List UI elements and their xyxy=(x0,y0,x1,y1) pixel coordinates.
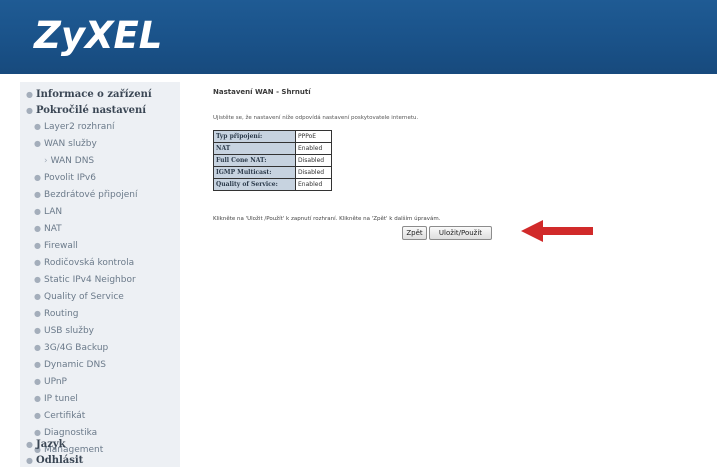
sidebar-item-label: LAN xyxy=(43,207,63,217)
sidebar-item-label: 3G/4G Backup xyxy=(43,343,109,353)
sidebar-item-3g4g-backup[interactable]: ● 3G/4G Backup xyxy=(34,340,108,356)
summary-label: Full Cone NAT: xyxy=(213,154,296,167)
summary-value: PPPoE xyxy=(295,130,332,143)
bullet-icon: ● xyxy=(34,224,41,233)
sidebar-item-label: Firewall xyxy=(43,241,78,251)
sidebar-item-informace[interactable]: ● Informace o zařízení xyxy=(26,86,152,102)
page-note: Ujistěte se, že nastavení níže odpovídá … xyxy=(213,115,419,121)
sidebar-item-label: Pokročilé nastavení xyxy=(35,105,147,116)
bullet-icon: ● xyxy=(34,139,41,148)
zyxel-logo: ZyXEL xyxy=(34,14,163,57)
main-content: Nastavení WAN - Shrnutí Ujistěte se, že … xyxy=(181,74,717,467)
sidebar-item-wan-dns[interactable]: › WAN DNS xyxy=(44,153,94,169)
bullet-icon: ● xyxy=(34,190,41,199)
left-arrow-icon xyxy=(521,220,593,242)
header-bar: ZyXEL xyxy=(0,0,717,74)
sidebar-item-label: Bezdrátové připojení xyxy=(43,190,138,200)
sidebar-item-odhlasit[interactable]: ● Odhlásit xyxy=(26,452,83,467)
sidebar-item-label: Povolit IPv6 xyxy=(43,173,96,183)
summary-label: Quality of Service: xyxy=(213,178,296,191)
sidebar-item-routing[interactable]: ● Routing xyxy=(34,306,79,322)
summary-label: NAT xyxy=(213,142,296,155)
bullet-icon: ● xyxy=(34,360,41,369)
sidebar-item-firewall[interactable]: ● Firewall xyxy=(34,238,78,254)
sidebar-item-wan-sluzby[interactable]: ● WAN služby xyxy=(34,136,97,152)
bullet-icon: ● xyxy=(26,455,33,465)
bullet-icon: ● xyxy=(34,326,41,335)
bullet-icon: ● xyxy=(34,173,41,182)
sidebar-item-povolit-ipv6[interactable]: ● Povolit IPv6 xyxy=(34,170,96,186)
sidebar-item-label: Informace o zařízení xyxy=(35,89,152,100)
sidebar-item-label: Static IPv4 Neighbor xyxy=(43,275,136,285)
summary-label: Typ připojení: xyxy=(213,130,296,143)
sidebar-item-pokrocile-nastaveni[interactable]: ● Pokročilé nastavení xyxy=(26,102,146,118)
bullet-icon: ● xyxy=(26,89,33,99)
table-row: NAT Enabled xyxy=(213,142,332,155)
bullet-icon: ● xyxy=(34,394,41,403)
sidebar-item-dynamic-dns[interactable]: ● Dynamic DNS xyxy=(34,357,106,373)
instruction-text: Klikněte na 'Uložit /Použít' k zapnutí r… xyxy=(213,216,441,222)
sidebar-item-label: WAN DNS xyxy=(50,156,95,166)
sidebar-item-nat[interactable]: ● NAT xyxy=(34,221,62,237)
sidebar-item-rodicovska-kontrola[interactable]: ● Rodičovská kontrola xyxy=(34,255,134,271)
sidebar-item-label: Certifikát xyxy=(43,411,86,421)
table-row: Full Cone NAT: Disabled xyxy=(213,154,332,167)
table-row: Quality of Service: Enabled xyxy=(213,178,332,191)
summary-label: IGMP Multicast: xyxy=(213,166,296,179)
save-apply-button[interactable]: Uložit/Použít xyxy=(429,226,492,240)
bullet-icon: ● xyxy=(34,292,41,301)
sidebar-item-label: Dynamic DNS xyxy=(43,360,106,370)
sidebar-item-label: Odhlásit xyxy=(35,455,84,466)
bullet-icon: ● xyxy=(34,122,41,131)
sidebar-item-lan[interactable]: ● LAN xyxy=(34,204,62,220)
bullet-icon: ● xyxy=(34,343,41,352)
bullet-icon: ● xyxy=(26,105,33,115)
sidebar-item-label: Routing xyxy=(43,309,79,319)
sidebar-item-label: IP tunel xyxy=(43,394,78,404)
chevron-right-icon: › xyxy=(44,156,48,166)
sidebar-item-ip-tunel[interactable]: ● IP tunel xyxy=(34,391,78,407)
bullet-icon: ● xyxy=(34,275,41,284)
summary-value: Enabled xyxy=(295,178,332,191)
sidebar-item-label: UPnP xyxy=(43,377,67,387)
sidebar-item-label: Quality of Service xyxy=(43,292,124,302)
wan-summary-table: Typ připojení: PPPoE NAT Enabled Full Co… xyxy=(213,130,332,191)
sidebar-item-quality-of-service[interactable]: ● Quality of Service xyxy=(34,289,124,305)
sidebar-item-label: USB služby xyxy=(43,326,94,336)
bullet-icon: ● xyxy=(34,309,41,318)
bullet-icon: ● xyxy=(26,439,33,449)
sidebar-item-certifikat[interactable]: ● Certifikát xyxy=(34,408,85,424)
bullet-icon: ● xyxy=(34,207,41,216)
summary-value: Disabled xyxy=(295,154,332,167)
sidebar-item-label: Rodičovská kontrola xyxy=(43,258,135,268)
bullet-icon: ● xyxy=(34,241,41,250)
summary-value: Enabled xyxy=(295,142,332,155)
sidebar-item-layer2[interactable]: ● Layer2 rozhraní xyxy=(34,119,115,135)
sidebar-item-upnp[interactable]: ● UPnP xyxy=(34,374,67,390)
sidebar-item-label: NAT xyxy=(43,224,62,234)
summary-value: Disabled xyxy=(295,166,332,179)
sidebar-item-label: WAN služby xyxy=(43,139,97,149)
sidebar-item-jazyk[interactable]: ● Jazyk xyxy=(26,436,66,452)
sidebar-menu: ● Informace o zařízení ● Pokročilé nastave… xyxy=(20,82,180,467)
sidebar-item-label: Layer2 rozhraní xyxy=(43,122,115,132)
bullet-icon: ● xyxy=(34,258,41,267)
sidebar-item-usb-sluzby[interactable]: ● USB služby xyxy=(34,323,94,339)
table-row: Typ připojení: PPPoE xyxy=(213,130,332,143)
page-title: Nastavení WAN - Shrnutí xyxy=(213,88,311,96)
table-row: IGMP Multicast: Disabled xyxy=(213,166,332,179)
bullet-icon: ● xyxy=(34,377,41,386)
sidebar-item-static-ipv4-neighbor[interactable]: ● Static IPv4 Neighbor xyxy=(34,272,136,288)
bullet-icon: ● xyxy=(34,411,41,420)
back-button[interactable]: Zpět xyxy=(402,226,427,240)
sidebar-item-label: Jazyk xyxy=(35,439,66,450)
sidebar-item-bezdratove[interactable]: ● Bezdrátové připojení xyxy=(34,187,137,203)
